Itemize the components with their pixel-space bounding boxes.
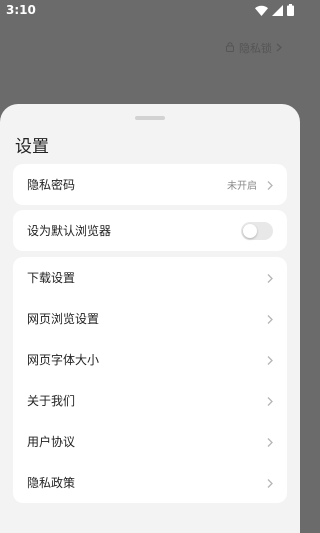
list-item-font-size[interactable]: 网页字体大小 [13,339,287,380]
list-item-privacy-policy[interactable]: 隐私政策 [13,462,287,503]
row-label: 隐私政策 [27,476,76,490]
row-label: 网页浏览设置 [27,312,100,326]
privacy-card: 隐私密码 未开启 [13,164,287,205]
row-label: 关于我们 [27,394,76,408]
chevron-right-icon [267,350,273,369]
privacy-password-row[interactable]: 隐私密码 未开启 [13,164,287,205]
drag-handle[interactable] [135,116,165,120]
row-label: 设为默认浏览器 [27,224,112,238]
status-bar: 3:10 [0,0,300,24]
list-item-about-us[interactable]: 关于我们 [13,380,287,421]
chevron-right-icon [267,473,273,492]
status-time: 3:10 [6,3,36,17]
chevron-right-icon [267,175,273,194]
lock-icon [225,41,235,55]
chevron-right-icon [267,268,273,287]
chevron-right-icon [267,309,273,328]
default-browser-toggle[interactable] [241,221,273,240]
sheet-title: 设置 [15,137,49,157]
battery-icon [287,4,294,16]
chevron-right-icon [267,391,273,410]
row-label: 隐私密码 [27,178,76,192]
settings-sheet: 设置 隐私密码 未开启 设为默认浏览器 下载设置 网页浏览设置 网页字体大小 关… [0,104,300,533]
settings-list-card: 下载设置 网页浏览设置 网页字体大小 关于我们 用户协议 隐私政策 [13,257,287,503]
chevron-right-icon [276,42,282,55]
row-label: 网页字体大小 [27,353,100,367]
list-item-user-agreement[interactable]: 用户协议 [13,421,287,462]
status-icons [255,4,294,16]
toggle-knob [243,223,257,238]
row-status: 未开启 [227,181,257,192]
default-browser-card: 设为默认浏览器 [13,210,287,251]
row-label: 用户协议 [27,435,76,449]
default-browser-row: 设为默认浏览器 [13,210,287,251]
list-item-download-settings[interactable]: 下载设置 [13,257,287,298]
wifi-icon [255,5,268,16]
signal-icon [272,4,283,16]
list-item-browsing-settings[interactable]: 网页浏览设置 [13,298,287,339]
chevron-right-icon [267,432,273,451]
row-label: 下载设置 [27,271,76,285]
privacy-lock-label: 隐私锁 [239,42,272,55]
privacy-lock-link[interactable]: 隐私锁 [225,40,282,56]
